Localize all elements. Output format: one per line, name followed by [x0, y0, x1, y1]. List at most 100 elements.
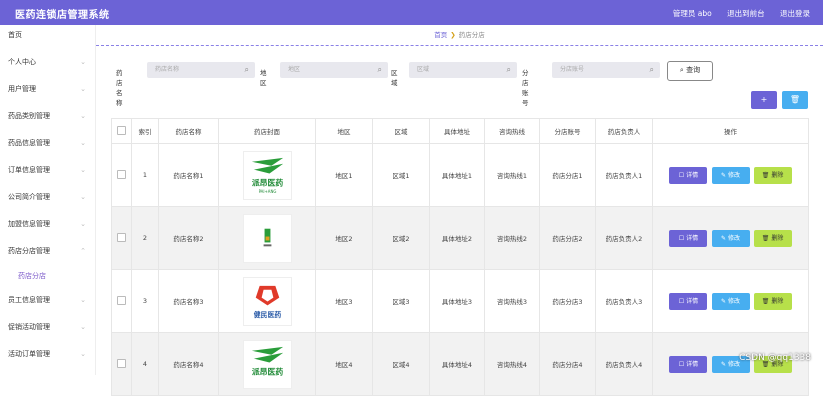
- sidebar-item-activity-orders[interactable]: 活动订单管理 ⌄: [0, 344, 95, 371]
- sidebar-item-users[interactable]: 用户管理 ⌄: [0, 79, 95, 106]
- actions-cell: ☐ 详情 ✎ 修改 🗑 删除: [652, 269, 809, 333]
- chevron-down-icon: ⌄: [80, 296, 86, 304]
- add-button[interactable]: +: [751, 91, 777, 109]
- chevron-down-icon: ⌄: [80, 193, 86, 201]
- pharmacy-logo-image: [242, 213, 292, 263]
- select-all-checkbox[interactable]: [111, 118, 132, 144]
- col-region: 地区: [315, 118, 373, 144]
- chevron-down-icon: ⌄: [80, 323, 86, 331]
- sidebar-item-promotion[interactable]: 促销活动管理 ⌄: [0, 317, 95, 344]
- row-checkbox[interactable]: [111, 269, 132, 333]
- sidebar-item-orders[interactable]: 订单信息管理 ⌄: [0, 160, 95, 187]
- edit-button[interactable]: ✎ 修改: [711, 292, 750, 310]
- sidebar-item-personal[interactable]: 个人中心 ⌄: [0, 52, 95, 79]
- svg-text:派昂医药: 派昂医药: [251, 366, 282, 376]
- sidebar-item-franchise[interactable]: 加盟信息管理 ⌄: [0, 214, 95, 241]
- cover-cell: 派昂医药 PAI+ANG: [218, 143, 316, 207]
- col-area: 区域: [372, 118, 430, 144]
- logout-link[interactable]: 退出登录: [780, 9, 810, 18]
- row-checkbox[interactable]: [111, 206, 132, 270]
- svg-text:PAI+ANG: PAI+ANG: [258, 189, 276, 194]
- chevron-down-icon: ⌄: [80, 139, 86, 147]
- app-title: 医药连锁店管理系统: [15, 10, 110, 21]
- breadcrumb-home[interactable]: 首页: [434, 31, 447, 39]
- svg-text:健民医药: 健民医药: [253, 310, 281, 319]
- pharmacy-logo-image: 派昂医药 PAI+ANG: [242, 150, 292, 200]
- name-input[interactable]: 药店名称 ⌕: [147, 62, 255, 78]
- cover-cell: 派昂医药: [218, 332, 316, 396]
- pharmacy-logo-image: 派昂医药: [242, 339, 292, 389]
- row-checkbox[interactable]: [111, 332, 132, 396]
- sidebar-item-drug-info[interactable]: 药品信息管理 ⌄: [0, 133, 95, 160]
- edit-button[interactable]: ✎ 修改: [711, 229, 750, 247]
- detail-button[interactable]: ☐ 详情: [669, 292, 708, 310]
- search-icon: ⌕: [649, 65, 654, 74]
- query-button[interactable]: ⌕ 查询: [667, 61, 713, 81]
- col-cover: 药店封面: [218, 118, 316, 144]
- cover-cell: [218, 206, 316, 270]
- row-checkbox[interactable]: [111, 143, 132, 207]
- top-bar: 医药连锁店管理系统 管理员 abo 退出到前台 退出登录: [0, 0, 823, 25]
- col-manager: 药店负责人: [595, 118, 653, 144]
- admin-label: 管理员 abo: [672, 9, 712, 18]
- sidebar-item-branch[interactable]: 药店分店管理 ⌃: [0, 241, 95, 268]
- name-label: 药店名称: [116, 69, 123, 107]
- sidebar-item-staff[interactable]: 员工信息管理 ⌄: [0, 290, 95, 317]
- col-actions: 操作: [652, 118, 809, 144]
- table-row: 2 药店名称2 地区2 区域2 具体地址2 咨询热线2 药店分店2 药店负责人2: [111, 206, 809, 270]
- chevron-down-icon: ⌄: [80, 85, 86, 93]
- area-label: 区域: [391, 69, 398, 87]
- area-input[interactable]: 区域 ⌕: [409, 62, 517, 78]
- region-label: 地区: [260, 69, 267, 87]
- account-label: 分店账号: [522, 69, 529, 107]
- top-right-menu: 管理员 abo 退出到前台 退出登录: [673, 8, 823, 19]
- breadcrumb: 首页 ❯ 药店分店: [96, 25, 823, 46]
- account-input[interactable]: 分店账号 ⌕: [552, 62, 660, 78]
- detail-button[interactable]: ☐ 详情: [669, 229, 708, 247]
- table-row: 1 药店名称1 派昂医药 PAI+ANG 地区1 区域1 具体地址1 咨询热线1…: [111, 143, 809, 207]
- actions-cell: ☐ 详情 ✎ 修改 🗑 删除: [652, 332, 809, 396]
- table-row: 4 药店名称4 派昂医药 地区4 区域4 具体地址4 咨询热线4 药店分店4 药…: [111, 332, 809, 396]
- watermark: CSDN @qq1338: [739, 353, 811, 363]
- col-address: 具体地址: [429, 118, 485, 144]
- sidebar-item-drug-category[interactable]: 药品类别管理 ⌄: [0, 106, 95, 133]
- col-name: 药店名称: [158, 118, 219, 144]
- branch-table: 索引 药店名称 药店封面 地区 区域 具体地址 咨询热线 分店账号 药店负责人 …: [111, 118, 809, 396]
- pharmacy-logo-image: 健民医药: [242, 276, 292, 326]
- col-index: 索引: [131, 118, 159, 144]
- sidebar-item-home[interactable]: 首页: [0, 25, 95, 52]
- search-icon: ⌕: [506, 65, 511, 74]
- main-content: 首页 ❯ 药店分店 药店名称 药店名称 ⌕ 地区 地区 ⌕ 区域 区域 ⌕ 分店账号 分店…: [96, 25, 823, 396]
- batch-delete-button[interactable]: 🗑: [782, 91, 808, 109]
- chevron-up-icon: ⌃: [80, 247, 86, 255]
- chevron-down-icon: ⌄: [80, 350, 86, 358]
- search-icon: ⌕: [377, 65, 382, 74]
- sidebar: 首页 个人中心 ⌄ 用户管理 ⌄ 药品类别管理 ⌄ 药品信息管理 ⌄ 订单信息管理 ⌄ 公…: [0, 25, 96, 375]
- delete-button[interactable]: 🗑 删除: [753, 229, 792, 247]
- detail-button[interactable]: ☐ 详情: [669, 355, 708, 373]
- breadcrumb-separator-icon: ❯: [450, 31, 456, 39]
- chevron-down-icon: ⌄: [80, 220, 86, 228]
- sidebar-item-company[interactable]: 公司简介管理 ⌄: [0, 187, 95, 214]
- actions-cell: ☐ 详情 ✎ 修改 🗑 删除: [652, 143, 809, 207]
- svg-text:派昂医药: 派昂医药: [251, 177, 282, 187]
- chevron-down-icon: ⌄: [80, 166, 86, 174]
- table-header-row: 索引 药店名称 药店封面 地区 区域 具体地址 咨询热线 分店账号 药店负责人 …: [111, 118, 809, 144]
- delete-button[interactable]: 🗑 删除: [753, 166, 792, 184]
- table-row: 3 药店名称3 健民医药 地区3 区域3 具体地址3 咨询热线3 药店分店3 药…: [111, 269, 809, 333]
- delete-button[interactable]: 🗑 删除: [753, 292, 792, 310]
- detail-button[interactable]: ☐ 详情: [669, 166, 708, 184]
- cover-cell: 健民医药: [218, 269, 316, 333]
- sidebar-subitem-branch[interactable]: 药店分店: [0, 268, 95, 290]
- edit-button[interactable]: ✎ 修改: [711, 166, 750, 184]
- back-to-front-link[interactable]: 退出到前台: [727, 9, 765, 18]
- trash-icon: 🗑: [789, 95, 801, 104]
- col-hotline: 咨询热线: [484, 118, 540, 144]
- actions-cell: ☐ 详情 ✎ 修改 🗑 删除: [652, 206, 809, 270]
- region-input[interactable]: 地区 ⌕: [280, 62, 388, 78]
- chevron-down-icon: ⌄: [80, 58, 86, 66]
- col-account: 分店账号: [539, 118, 596, 144]
- search-icon: ⌕: [244, 65, 249, 74]
- breadcrumb-current: 药店分店: [458, 31, 485, 39]
- chevron-down-icon: ⌄: [80, 112, 86, 120]
